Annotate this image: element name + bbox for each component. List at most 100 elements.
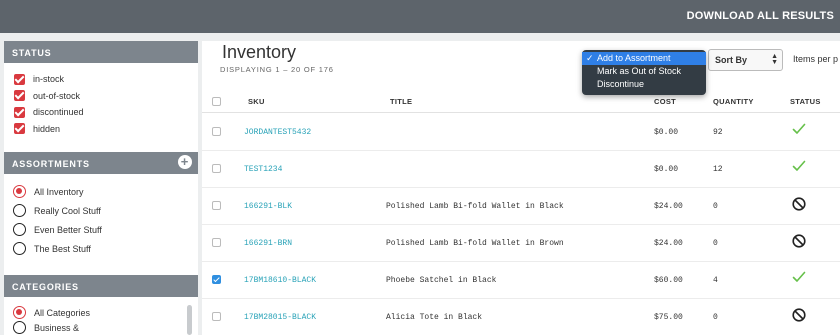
category-business[interactable]: Business &: [13, 320, 198, 335]
row-title: Polished Lamb Bi-fold Wallet in Brown: [386, 239, 564, 248]
results-count: DISPLAYING 1 – 20 OF 176: [220, 65, 334, 74]
table-header: SKU TITLE COST QUANTITY STATUS: [202, 91, 840, 113]
row-sku-link[interactable]: TEST1234: [244, 165, 282, 174]
row-sku-link[interactable]: 166291-BRN: [244, 239, 292, 248]
assortments-list: All Inventory Really Cool Stuff Even Bet…: [4, 174, 198, 275]
row-checkbox[interactable]: [212, 164, 221, 173]
checkbox-icon[interactable]: [14, 73, 25, 85]
menu-item-label: Mark as Out of Stock: [597, 66, 682, 76]
table-row[interactable]: 166291-BLK Polished Lamb Bi-fold Wallet i…: [202, 188, 840, 225]
status-filter-out-of-stock[interactable]: out-of-stock: [14, 88, 198, 105]
row-sku-link[interactable]: JORDANTEST5432: [244, 128, 311, 137]
column-sku[interactable]: SKU: [248, 97, 265, 106]
column-quantity[interactable]: QUANTITY: [713, 97, 754, 106]
column-cost[interactable]: COST: [654, 97, 676, 106]
row-cost: $0.00: [654, 128, 679, 137]
sidebar-scrollbar[interactable]: [187, 305, 192, 335]
assortment-label: All Inventory: [34, 186, 84, 197]
items-per-page-label: Items per p: [793, 54, 839, 64]
radio-icon[interactable]: [13, 185, 26, 198]
category-all-categories[interactable]: All Categories: [13, 305, 198, 320]
column-title[interactable]: TITLE: [390, 97, 412, 106]
check-icon: [792, 159, 806, 173]
status-filter-hidden[interactable]: hidden: [14, 121, 198, 138]
top-bar: DOWNLOAD ALL RESULTS: [0, 0, 840, 33]
table-row[interactable]: TEST1234 $0.00 12: [202, 151, 840, 188]
check-icon: [792, 122, 806, 136]
row-quantity: 0: [713, 202, 718, 211]
row-sku-link[interactable]: 17BM18610-BLACK: [244, 276, 316, 285]
assortment-all-inventory[interactable]: All Inventory: [13, 182, 198, 201]
assortment-really-cool-stuff[interactable]: Really Cool Stuff: [13, 201, 198, 220]
row-quantity: 0: [713, 239, 718, 248]
assortments-header-label: ASSORTMENTS: [12, 159, 90, 169]
status-filter-label: discontinued: [33, 107, 84, 118]
plus-icon[interactable]: +: [178, 155, 192, 169]
download-all-results-link[interactable]: DOWNLOAD ALL RESULTS: [687, 10, 834, 22]
row-cost: $24.00: [654, 239, 683, 248]
assortments-section-header: ASSORTMENTS +: [4, 152, 198, 174]
status-filter-label: in-stock: [33, 74, 65, 85]
row-cost: $24.00: [654, 202, 683, 211]
checkbox-icon[interactable]: [14, 106, 25, 118]
category-label: Business &: [34, 322, 80, 333]
checkbox-icon[interactable]: [14, 123, 25, 135]
status-filter-in-stock[interactable]: in-stock: [14, 71, 198, 88]
menu-item-label: Add to Assortment: [597, 53, 671, 63]
row-checkbox[interactable]: [212, 312, 221, 321]
menu-item-mark-out-of-stock[interactable]: Mark as Out of Stock: [582, 65, 706, 78]
row-checkbox[interactable]: [212, 238, 221, 247]
row-checkbox[interactable]: [212, 275, 221, 284]
prohibited-icon: [792, 197, 806, 211]
filter-sidebar: STATUS in-stock out-of-stock discontinue…: [4, 41, 198, 335]
assortment-label: Really Cool Stuff: [34, 205, 101, 216]
status-filter-label: out-of-stock: [33, 90, 81, 101]
page-title: Inventory: [222, 42, 297, 62]
table-row[interactable]: 17BM28015-BLACK Alicia Tote in Black $75.0…: [202, 299, 840, 335]
select-all-checkbox[interactable]: [212, 97, 221, 106]
menu-item-label: Discontinue: [597, 79, 645, 89]
assortment-even-better-stuff[interactable]: Even Better Stuff: [13, 220, 198, 239]
row-cost: $0.00: [654, 165, 679, 174]
category-label: All Categories: [34, 307, 91, 318]
row-quantity: 92: [713, 128, 723, 137]
status-filter-label: hidden: [33, 123, 61, 134]
checkbox-icon[interactable]: [14, 90, 25, 102]
column-status[interactable]: STATUS: [790, 97, 821, 106]
row-title: Phoebe Satchel in Black: [386, 276, 497, 285]
assortment-the-best-stuff[interactable]: The Best Stuff: [13, 239, 198, 258]
row-cost: $60.00: [654, 276, 683, 285]
check-icon: [792, 270, 806, 284]
inventory-panel: Inventory DISPLAYING 1 – 20 OF 176 Sort …: [202, 41, 840, 335]
bulk-action-menu: ✓ Add to Assortment Mark as Out of Stock …: [582, 50, 706, 95]
sort-by-select[interactable]: Sort By ▲ ▼: [708, 49, 783, 71]
select-arrows-icon: ▲ ▼: [771, 53, 778, 66]
categories-section-header: CATEGORIES: [4, 275, 198, 297]
radio-icon[interactable]: [13, 306, 26, 319]
row-title: Polished Lamb Bi-fold Wallet in Black: [386, 202, 564, 211]
radio-icon[interactable]: [13, 204, 26, 217]
radio-icon[interactable]: [13, 321, 26, 334]
row-cost: $75.00: [654, 313, 683, 322]
menu-item-discontinue[interactable]: Discontinue: [582, 78, 706, 91]
status-section-header: STATUS: [4, 41, 198, 63]
table-row[interactable]: JORDANTEST5432 $0.00 92: [202, 114, 840, 151]
radio-icon[interactable]: [13, 223, 26, 236]
row-sku-link[interactable]: 166291-BLK: [244, 202, 292, 211]
categories-list: All Categories Business &: [4, 297, 198, 335]
table-row[interactable]: 166291-BRN Polished Lamb Bi-fold Wallet i…: [202, 225, 840, 262]
status-filter-list: in-stock out-of-stock discontinued hidde…: [4, 63, 198, 152]
row-title: Alicia Tote in Black: [386, 313, 483, 322]
prohibited-icon: [792, 234, 806, 248]
radio-icon[interactable]: [13, 242, 26, 255]
table-row[interactable]: 17BM18610-BLACK Phoebe Satchel in Black $6…: [202, 262, 840, 299]
row-quantity: 12: [713, 165, 723, 174]
menu-item-add-to-assortment[interactable]: ✓ Add to Assortment: [582, 52, 706, 65]
row-quantity: 0: [713, 313, 718, 322]
row-checkbox[interactable]: [212, 127, 221, 136]
status-filter-discontinued[interactable]: discontinued: [14, 104, 198, 121]
row-checkbox[interactable]: [212, 201, 221, 210]
row-quantity: 4: [713, 276, 718, 285]
assortment-label: Even Better Stuff: [34, 224, 102, 235]
row-sku-link[interactable]: 17BM28015-BLACK: [244, 313, 316, 322]
